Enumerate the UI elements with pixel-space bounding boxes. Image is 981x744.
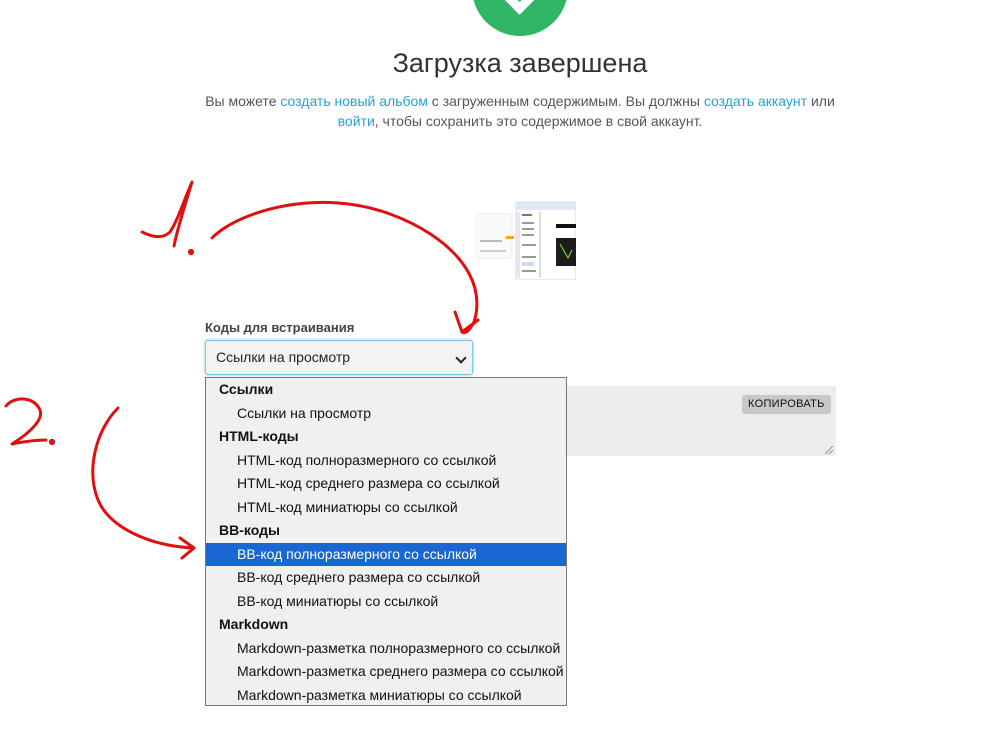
- select-value: Ссылки на просмотр: [216, 349, 351, 365]
- annotation-number-1: [140, 180, 194, 248]
- option-bb-medium[interactable]: BB-код среднего размера со ссылкой: [206, 566, 566, 590]
- embed-codes-dropdown-list: Ссылки Ссылки на просмотр HTML-коды HTML…: [205, 377, 567, 706]
- option-bb-full[interactable]: BB-код полноразмерного со ссылкой: [206, 542, 566, 566]
- group-html: HTML-коды: [219, 428, 299, 444]
- desc-text-3: или: [807, 93, 835, 109]
- option-md-thumb[interactable]: Markdown-разметка миниатюры со ссылкой: [206, 684, 566, 708]
- success-check-icon: [472, 0, 568, 36]
- textarea-resize-handle[interactable]: [825, 446, 833, 454]
- annotation-arrow-2: [91, 406, 196, 550]
- option-md-full[interactable]: Markdown-разметка полноразмерного со ссы…: [206, 637, 566, 661]
- desc-text-2: с загруженным содержимым. Вы должны: [427, 93, 704, 109]
- login-link[interactable]: войти: [338, 113, 375, 129]
- group-links: Ссылки: [219, 381, 274, 397]
- embed-codes-label: Коды для встраивания: [205, 320, 355, 335]
- option-html-full[interactable]: HTML-код полноразмерного со ссылкой: [206, 449, 566, 473]
- option-html-thumb[interactable]: HTML-код миниатюры со ссылкой: [206, 496, 566, 520]
- option-view-links[interactable]: Ссылки на просмотр: [206, 402, 566, 426]
- desc-text-1: Вы можете: [205, 93, 281, 109]
- group-bbcode: BB-коды: [219, 522, 280, 538]
- copy-button[interactable]: КОПИРОВАТЬ: [742, 395, 831, 414]
- annotation-arrow-1: [210, 200, 479, 334]
- uploaded-image-thumbnail[interactable]: [476, 200, 576, 280]
- create-album-link[interactable]: создать новый альбом: [280, 93, 428, 109]
- option-html-medium[interactable]: HTML-код среднего размера со ссылкой: [206, 472, 566, 496]
- option-md-medium[interactable]: Markdown-разметка среднего размера со сс…: [206, 660, 566, 684]
- option-bb-thumb[interactable]: BB-код миниатюры со ссылкой: [206, 590, 566, 614]
- annotation-number-2: [4, 397, 48, 446]
- group-markdown: Markdown: [219, 616, 289, 632]
- page-title: Загрузка завершена: [392, 48, 648, 78]
- chevron-down-icon: [455, 352, 467, 364]
- embed-codes-select[interactable]: Ссылки на просмотр: [205, 340, 473, 375]
- desc-text-4: , чтобы сохранить это содержимое в свой …: [374, 113, 703, 129]
- upload-description: Вы можете создать новый альбом с загруже…: [190, 91, 850, 131]
- create-account-link[interactable]: создать аккаунт: [704, 93, 807, 109]
